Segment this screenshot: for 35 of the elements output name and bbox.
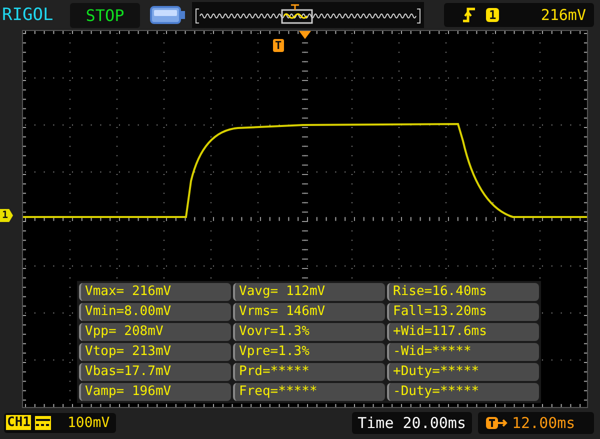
trigger-offset: 12.00ms xyxy=(512,414,576,432)
channel-panel[interactable]: CH1 100mV xyxy=(4,412,116,432)
measurement-value: +Duty=***** xyxy=(387,363,539,381)
measurement-value: Vbas=17.7mV xyxy=(79,363,231,381)
trigger-offset-icon xyxy=(486,416,508,430)
measurement-value: Vtop= 213mV xyxy=(79,343,231,361)
run-state-indicator[interactable]: STOP xyxy=(70,2,140,28)
measurement-value: Fall=13.20ms xyxy=(387,303,539,321)
channel-marker[interactable]: 1 xyxy=(0,209,14,222)
trigger-level: 216mV xyxy=(540,6,586,24)
measurement-value: Vovr=1.3% xyxy=(233,323,385,341)
trigger-offset-panel[interactable]: 12.00ms xyxy=(478,412,594,434)
battery-icon xyxy=(150,5,186,25)
measurement-value: Vpp= 208mV xyxy=(79,323,231,341)
rising-edge-icon xyxy=(462,7,476,23)
channel-label: CH1 xyxy=(6,415,32,430)
trigger-source-badge: 1 xyxy=(486,8,500,22)
measurement-value: Prd=***** xyxy=(233,363,385,381)
measurement-value: Freq=***** xyxy=(233,383,385,401)
measurement-value: Vmin=8.00mV xyxy=(79,303,231,321)
trigger-position-marker[interactable]: T xyxy=(273,39,284,52)
measurement-value: Vmax= 216mV xyxy=(79,283,231,301)
measurement-value: +Wid=117.6ms xyxy=(387,323,539,341)
measurement-value: -Duty=***** xyxy=(387,383,539,401)
timebase-readout[interactable]: Time 20.00ms xyxy=(352,412,472,434)
vertical-scale: 100mV xyxy=(67,414,110,430)
measurement-value: Vrms= 146mV xyxy=(233,303,385,321)
measurement-value: Vpre=1.3% xyxy=(233,343,385,361)
trigger-point-icon xyxy=(299,31,311,39)
measurement-value: Vavg= 112mV xyxy=(233,283,385,301)
measurement-value: -Wid=***** xyxy=(387,343,539,361)
dc-coupling-icon xyxy=(35,416,52,430)
measurement-value: Vamp= 196mV xyxy=(79,383,231,401)
measurement-value: Rise=16.40ms xyxy=(387,283,539,301)
brand-logo: RIGOL xyxy=(2,5,54,25)
